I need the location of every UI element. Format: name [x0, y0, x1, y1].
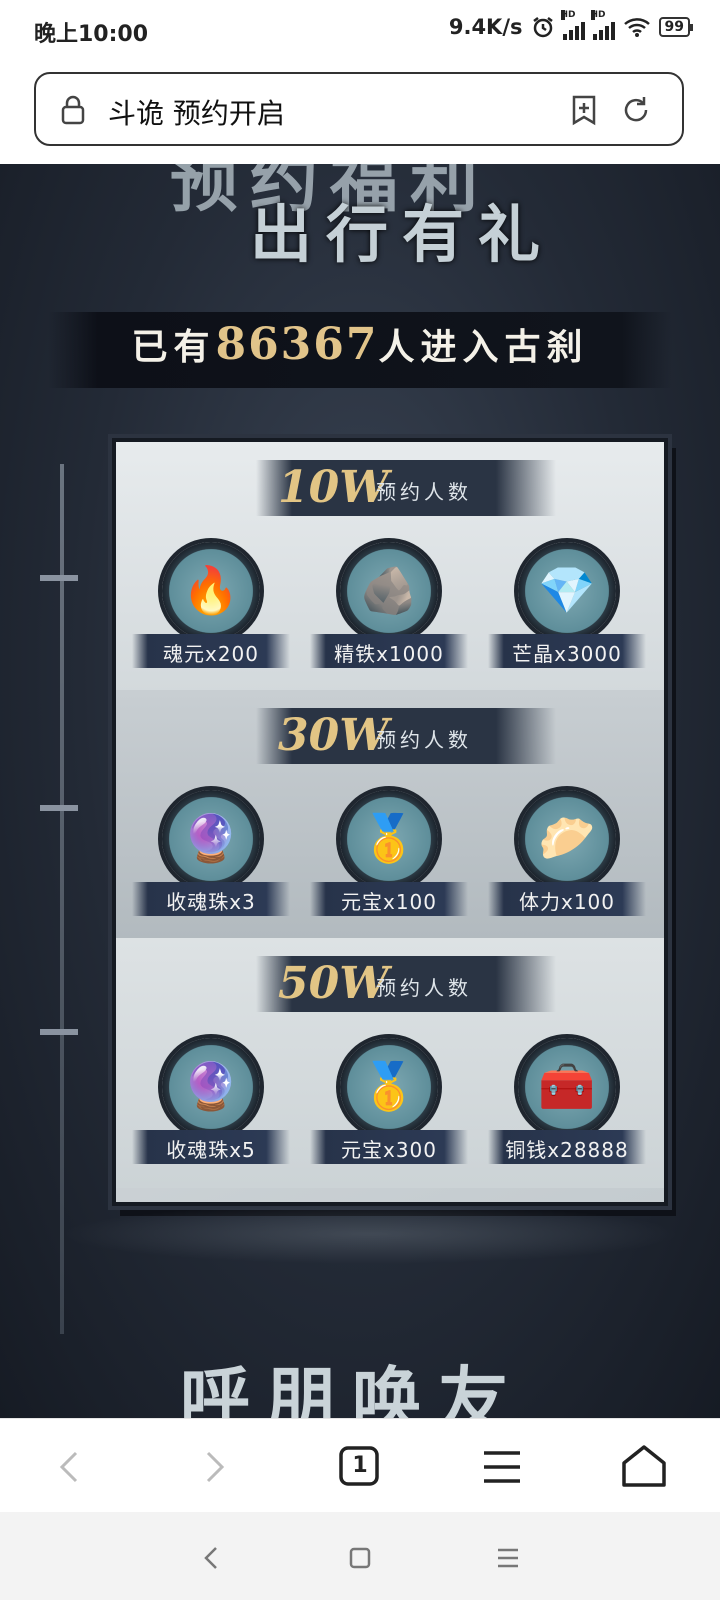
status-time: 晚上10:00 — [34, 22, 149, 47]
tier-label: 预约人数 — [376, 976, 472, 1000]
signal-icon-2: HD — [590, 10, 615, 40]
tier-label: 预约人数 — [376, 480, 472, 504]
reservation-counter: 已有86367人进入古刹 — [48, 312, 672, 388]
rewards-panel: 10W 预约人数 🔥 魂元x200 🪨 精铁x1000 💎 芒晶x3000 30… — [112, 438, 668, 1206]
soul-orb-icon: 🔮 — [162, 1038, 260, 1136]
tier-threshold: 10W — [278, 462, 389, 513]
system-nav-bar — [0, 1512, 720, 1600]
signal-icon-1: HD — [560, 10, 585, 40]
reward-tier-10w: 10W 预约人数 🔥 魂元x200 🪨 精铁x1000 💎 芒晶x3000 — [116, 442, 664, 692]
status-bar: 晚上10:00 9.4K/s HD HD 99 — [0, 0, 720, 60]
blue-crystal-icon: 💎 — [518, 542, 616, 640]
reward-item: 🔥 魂元x200 — [126, 542, 296, 682]
rail-tick — [40, 575, 78, 581]
hero-banner: 预约福利 出行有礼 — [0, 164, 720, 284]
browser-toolbar: 1 — [0, 1418, 720, 1513]
reward-item: 🔮 收魂珠x5 — [126, 1038, 296, 1178]
forward-icon[interactable] — [184, 1439, 240, 1495]
reward-item: 🧰 铜钱x28888 — [482, 1038, 652, 1178]
reward-name: 体力x100 — [518, 890, 615, 914]
next-section-title: 呼朋唤友 — [180, 1358, 524, 1418]
home-icon[interactable] — [340, 1538, 380, 1578]
reward-name: 铜钱x28888 — [505, 1138, 629, 1162]
reward-item: 🔮 收魂珠x3 — [126, 790, 296, 930]
tab-count: 1 — [352, 1453, 368, 1478]
alarm-icon — [532, 17, 553, 38]
status-icons: 9.4K/s HD HD 99 — [448, 10, 694, 40]
reward-item: 🥟 体力x100 — [482, 790, 652, 930]
network-speed: 9.4K/s — [448, 15, 523, 39]
refresh-icon[interactable] — [620, 94, 652, 126]
iron-ore-icon: 🪨 — [340, 542, 438, 640]
counter-prefix: 已有 — [131, 326, 216, 368]
counter-value: 86367 — [215, 319, 379, 370]
steamed-bun-icon: 🥟 — [518, 790, 616, 888]
tier-heading: 50W 预约人数 — [256, 956, 556, 1012]
reward-name: 收魂珠x3 — [166, 890, 256, 914]
tabs-button[interactable]: 1 — [332, 1439, 388, 1495]
back-icon[interactable] — [44, 1439, 100, 1495]
web-content[interactable]: 预约福利 出行有礼 已有86367人进入古刹 10W 预约人数 🔥 魂元x200… — [0, 164, 720, 1418]
reward-item: 🪨 精铁x1000 — [304, 542, 474, 682]
back-icon[interactable] — [192, 1538, 232, 1578]
reward-item: 🥇 元宝x100 — [304, 790, 474, 930]
home-icon[interactable] — [616, 1439, 672, 1495]
tier-heading: 10W 预约人数 — [256, 460, 556, 516]
wifi-icon — [623, 18, 650, 37]
gold-ingot-icon: 🥇 — [340, 790, 438, 888]
reward-name: 收魂珠x5 — [166, 1138, 256, 1162]
reward-item: 💎 芒晶x3000 — [482, 542, 652, 682]
tier-heading: 30W 预约人数 — [256, 708, 556, 764]
recents-icon[interactable] — [488, 1538, 528, 1578]
blue-soul-flame-icon: 🔥 — [162, 542, 260, 640]
lock-icon — [61, 95, 85, 125]
reward-name: 精铁x1000 — [334, 642, 444, 666]
gold-ingot-icon: 🥇 — [340, 1038, 438, 1136]
tier-label: 预约人数 — [376, 728, 472, 752]
page-title[interactable]: 斗诡 预约开启 — [108, 92, 285, 132]
mist-decoration — [60, 1204, 680, 1264]
battery-icon: 99 — [658, 17, 694, 37]
reward-name: 魂元x200 — [162, 642, 259, 666]
tier-threshold: 30W — [278, 710, 389, 761]
reward-item: 🥇 元宝x300 — [304, 1038, 474, 1178]
rail-tick — [40, 1029, 78, 1035]
rail-tick — [40, 805, 78, 811]
reward-name: 元宝x300 — [340, 1138, 437, 1162]
soul-orb-icon: 🔮 — [162, 790, 260, 888]
menu-icon[interactable] — [474, 1439, 530, 1495]
address-bar[interactable]: 斗诡 预约开启 — [34, 72, 684, 146]
reward-tier-30w: 30W 预约人数 🔮 收魂珠x3 🥇 元宝x100 🥟 体力x100 — [116, 690, 664, 940]
tier-threshold: 50W — [278, 958, 389, 1009]
reward-name: 芒晶x3000 — [512, 642, 622, 666]
treasure-chest-icon: 🧰 — [518, 1038, 616, 1136]
hero-title: 出行有礼 — [250, 198, 555, 271]
bookmark-add-icon[interactable] — [568, 94, 600, 126]
reward-name: 元宝x100 — [340, 890, 437, 914]
reward-tier-50w: 50W 预约人数 🔮 收魂珠x5 🥇 元宝x300 🧰 铜钱x28888 — [116, 938, 664, 1188]
counter-suffix: 人进入古刹 — [378, 326, 589, 368]
